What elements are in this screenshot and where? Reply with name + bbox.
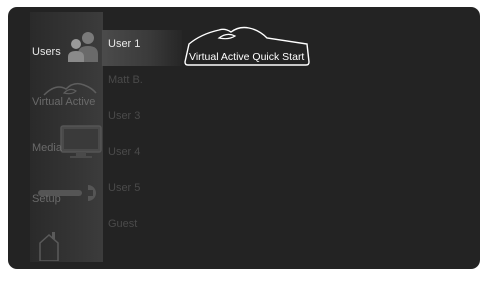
sidebar-item-label: Users [32,46,61,58]
user-list: User 1 Matt B. User 3 User 4 User 5 Gues… [102,30,182,246]
user-label: User 4 [108,146,141,158]
sidebar-item-label: Setup [32,193,61,205]
sidebar-item-label: Virtual Active [32,96,96,108]
user-label: Guest [108,218,138,230]
home-icon [38,227,60,266]
user-label: Matt B. [108,74,143,86]
user-list-item[interactable]: User 3 [102,102,182,138]
user-list-item[interactable]: User 5 [102,174,182,210]
user-label: User 1 [108,38,141,50]
users-icon [68,30,98,67]
monitor-icon [60,125,102,164]
quick-start-button[interactable]: Virtual Active Quick Start [179,22,314,67]
sidebar-item-users[interactable]: Users [30,26,103,72]
user-list-item[interactable]: Matt B. [102,66,182,102]
user-label: User 5 [108,182,141,194]
user-list-item[interactable]: User 4 [102,138,182,174]
user-list-item[interactable]: Guest [102,210,182,246]
user-list-item[interactable]: User 1 [102,30,182,66]
user-label: User 3 [108,110,141,122]
sidebar-item-media[interactable]: Media [30,124,103,184]
sidebar-item-label: Media [32,142,62,154]
sidebar-item-home[interactable] [30,222,103,282]
quick-start-label: Virtual Active Quick Start [189,51,305,63]
